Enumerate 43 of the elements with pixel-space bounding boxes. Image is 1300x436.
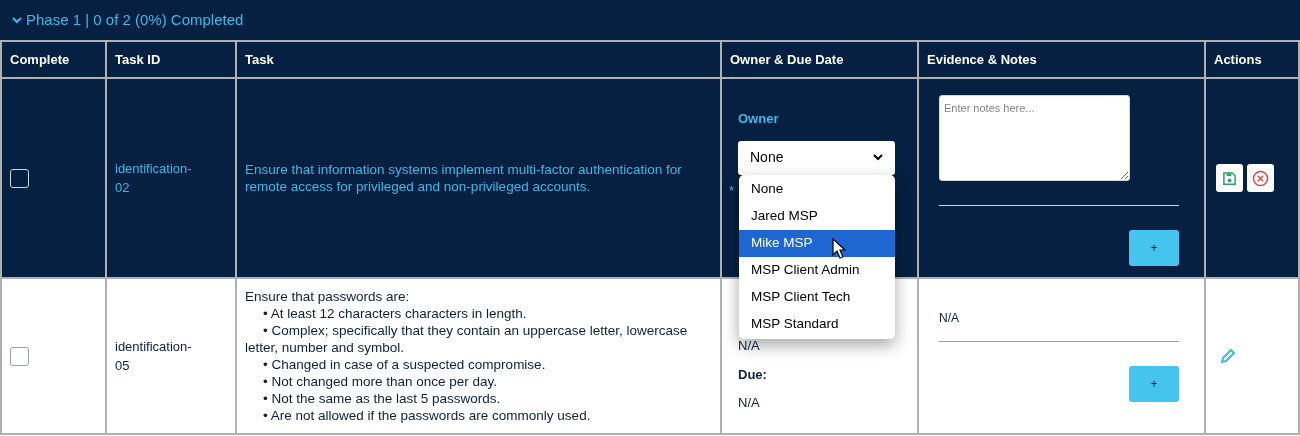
column-header: Actions (1214, 51, 1262, 67)
task-id: identification-05 (115, 337, 193, 375)
menu-option[interactable]: MSP Client Admin (739, 257, 895, 284)
menu-option[interactable]: None (739, 176, 895, 203)
checkbox[interactable] (10, 168, 29, 188)
notes-field[interactable]: Enter notes here... (939, 95, 1130, 181)
add-button[interactable]: + (1129, 366, 1179, 402)
column-header: Evidence & Notes (927, 51, 1037, 67)
phase-header[interactable]: Phase 1 | 0 of 2 (0%) Completed (0, 0, 1300, 40)
menu-option[interactable]: Mike MSP (739, 230, 895, 257)
pencil-icon[interactable] (1219, 347, 1237, 365)
due-value: N/A (738, 394, 761, 412)
phase-title: Phase 1 | 0 of 2 (0%) Completed (26, 9, 244, 30)
cancel-button[interactable] (1247, 164, 1274, 192)
task-text: • At least 12 characters characters in length. (262, 305, 528, 322)
required-mark: * (729, 181, 736, 200)
task-text: • Changed in case of a suspected compromise. (262, 356, 547, 373)
column-header: Task ID (115, 51, 161, 67)
close-icon (1252, 169, 1269, 187)
chevron-icon (873, 154, 883, 161)
save-button[interactable] (1216, 164, 1243, 192)
task-text: • Not changed more than once per day. (262, 373, 499, 390)
column-header: Complete (10, 51, 70, 67)
add-button[interactable]: + (1129, 230, 1179, 266)
task-id: identification-02 (115, 159, 193, 197)
menu-option[interactable]: MSP Standard (739, 311, 895, 338)
owner-select[interactable]: None (738, 140, 895, 175)
cursor-icon (832, 238, 846, 259)
task-text: • Not the same as the last 5 passwords. (262, 390, 502, 407)
task-text: • Complex; specifically that they contain an uppercase letter, lowercase letter, number and symbol. (245, 322, 689, 356)
checkbox[interactable] (10, 346, 29, 366)
column-header: Owner & Due Date (730, 51, 844, 67)
owner-value: N/A (738, 337, 761, 355)
column-header: Task (245, 51, 274, 67)
due-label: Due: (738, 365, 768, 384)
evidence-text: N/A (939, 310, 960, 327)
task-text: • Are not allowed if the passwords are commonly used. (262, 407, 592, 424)
owner-label: Owner (738, 110, 780, 128)
task-text: Ensure that information systems implement multi-factor authentication for remote access for privileged and non-privileged accounts. (245, 161, 683, 195)
chevron-icon (12, 16, 22, 24)
menu-option[interactable]: MSP Client Tech (739, 284, 895, 311)
menu-option[interactable]: Jared MSP (739, 203, 895, 230)
task-text: Ensure that passwords are: (245, 288, 411, 305)
